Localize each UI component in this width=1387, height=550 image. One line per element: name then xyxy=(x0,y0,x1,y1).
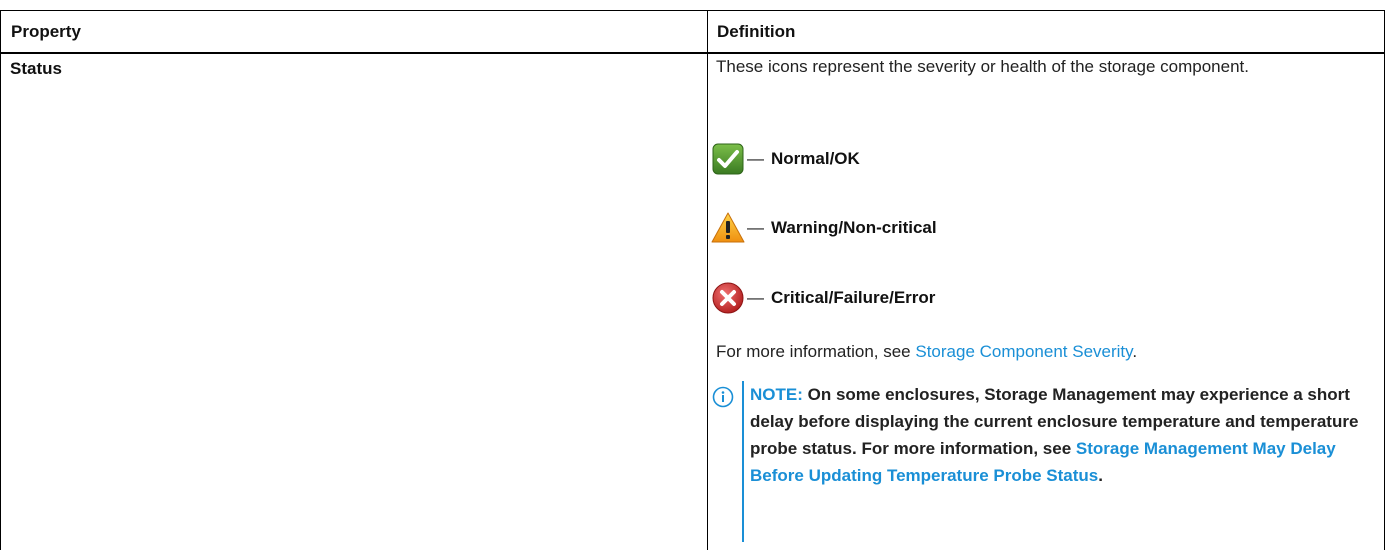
label-critical: Critical/Failure/Error xyxy=(771,288,936,307)
dash-warning: — xyxy=(747,218,764,237)
note-text: NOTE: On some enclosures, Storage Manage… xyxy=(750,381,1360,489)
warning-icon xyxy=(711,212,745,243)
more-info-prefix: For more information, see xyxy=(716,342,916,361)
severity-row-warning: — Warning/Non-critical xyxy=(711,210,937,246)
severity-row-critical: — Critical/Failure/Error xyxy=(711,280,935,316)
note-suffix: . xyxy=(1098,466,1103,485)
dash-normal: — xyxy=(747,149,764,168)
info-icon xyxy=(712,386,734,408)
error-icon xyxy=(712,282,744,314)
more-info-line: For more information, see Storage Compon… xyxy=(716,342,1356,362)
severity-row-normal: — Normal/OK xyxy=(711,141,860,177)
column-divider xyxy=(707,11,708,550)
header-property: Property xyxy=(11,22,81,41)
property-cell-status: Status xyxy=(10,59,62,78)
dash-critical: — xyxy=(747,288,764,307)
check-icon xyxy=(712,143,744,175)
label-warning: Warning/Non-critical xyxy=(771,218,937,237)
definition-intro: These icons represent the severity or he… xyxy=(716,57,1249,76)
header-definition: Definition xyxy=(717,22,796,41)
table-header-row: Property Definition xyxy=(1,11,1384,54)
note-bar xyxy=(742,381,744,542)
storage-component-severity-link[interactable]: Storage Component Severity xyxy=(915,342,1132,361)
label-normal: Normal/OK xyxy=(771,149,860,168)
more-info-suffix: . xyxy=(1132,342,1138,361)
note-label: NOTE: xyxy=(750,385,803,404)
